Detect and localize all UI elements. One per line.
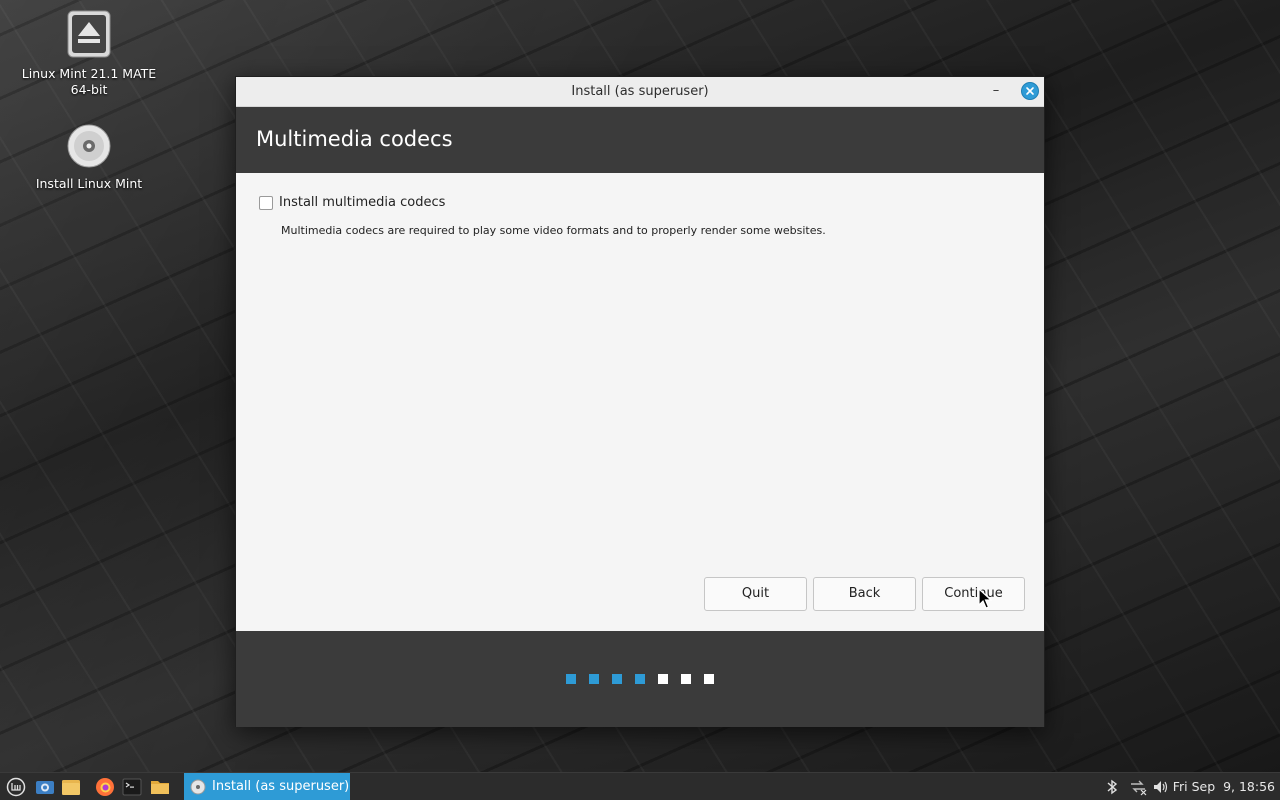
install-codecs-checkbox[interactable] xyxy=(259,195,273,210)
step-progress-indicator xyxy=(566,674,714,684)
network-icon[interactable] xyxy=(1128,778,1148,800)
progress-dot-pending xyxy=(681,674,691,684)
back-button[interactable]: Back xyxy=(813,577,916,611)
close-icon xyxy=(1026,87,1034,95)
minimize-button[interactable]: – xyxy=(986,81,1006,101)
continue-button[interactable]: Continue xyxy=(922,577,1025,611)
taskbar-item-installer[interactable]: Install (as superuser) xyxy=(184,773,350,800)
page-content: Install multimedia codecs Multimedia cod… xyxy=(236,173,1044,631)
progress-dot-complete xyxy=(566,674,576,684)
volume-icon[interactable] xyxy=(1152,778,1170,800)
page-title: Multimedia codecs xyxy=(256,127,453,151)
eject-drive-icon xyxy=(14,10,164,62)
progress-dot-complete xyxy=(612,674,622,684)
progress-dot-complete xyxy=(635,674,645,684)
taskbar: Install (as superuser) Fri Sep 9, 18:56 xyxy=(0,772,1280,800)
desktop-icon-install-linux-mint[interactable]: Install Linux Mint xyxy=(14,124,164,192)
installer-window: Install (as superuser) – Multimedia code… xyxy=(235,76,1045,727)
install-codecs-label[interactable]: Install multimedia codecs xyxy=(279,195,445,210)
progress-dot-pending xyxy=(658,674,668,684)
install-codecs-checkbox-row[interactable]: Install multimedia codecs xyxy=(259,195,445,210)
firefox-icon[interactable] xyxy=(95,777,115,797)
mint-menu-icon[interactable] xyxy=(6,777,26,797)
disc-icon xyxy=(190,779,206,799)
close-button[interactable] xyxy=(1021,82,1039,100)
window-title: Install (as superuser) xyxy=(571,84,709,99)
progress-footer xyxy=(236,631,1044,727)
page-header: Multimedia codecs xyxy=(236,107,1044,173)
desktop-icon-label: Linux Mint 21.1 MATE xyxy=(21,66,157,81)
disc-icon xyxy=(14,124,164,172)
window-titlebar[interactable]: Install (as superuser) – xyxy=(236,77,1044,107)
bluetooth-icon[interactable] xyxy=(1103,778,1121,800)
quit-button[interactable]: Quit xyxy=(704,577,807,611)
mouse-cursor-icon xyxy=(978,587,993,614)
clock[interactable]: Fri Sep 9, 18:56 xyxy=(1173,779,1275,794)
screenshot-icon[interactable] xyxy=(35,777,55,797)
progress-dot-pending xyxy=(704,674,714,684)
desktop-icon-mint-drive[interactable]: Linux Mint 21.1 MATE 64-bit xyxy=(14,10,164,98)
desktop-icon-label-sub: 64-bit xyxy=(70,82,108,97)
progress-dot-complete xyxy=(589,674,599,684)
folder-icon[interactable] xyxy=(150,777,170,797)
terminal-icon[interactable] xyxy=(122,777,142,797)
desktop-icon-label: Install Linux Mint xyxy=(35,176,143,191)
taskbar-item-label: Install (as superuser) xyxy=(212,779,350,794)
codecs-description: Multimedia codecs are required to play s… xyxy=(281,224,826,237)
files-icon[interactable] xyxy=(61,777,81,797)
